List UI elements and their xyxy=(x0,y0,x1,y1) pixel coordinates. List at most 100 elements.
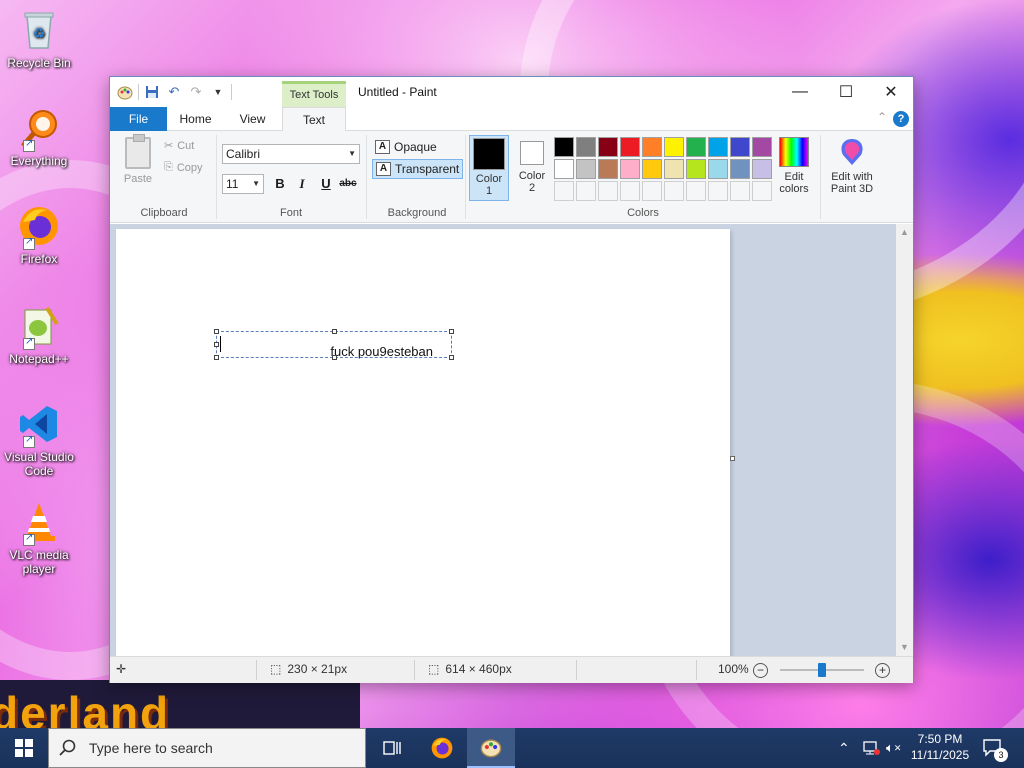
help-icon[interactable]: ? xyxy=(893,111,909,127)
save-icon[interactable] xyxy=(143,83,161,101)
strikethrough-button[interactable]: abc xyxy=(338,174,358,194)
palette-custom-slot[interactable] xyxy=(620,181,640,201)
resize-handle[interactable] xyxy=(332,355,337,360)
desktop-icon-vscode[interactable]: Visual Studio Code xyxy=(2,402,76,478)
palette-color-swatch[interactable] xyxy=(598,159,618,179)
palette-color-swatch[interactable] xyxy=(642,137,662,157)
resize-handle[interactable] xyxy=(332,329,337,334)
canvas-resize-handle[interactable] xyxy=(730,456,735,461)
scroll-up-icon[interactable]: ▲ xyxy=(896,224,913,241)
palette-color-swatch[interactable] xyxy=(686,137,706,157)
collapse-ribbon-icon[interactable]: ⌃ xyxy=(877,110,887,124)
status-separator xyxy=(576,660,577,680)
shortcut-arrow-icon xyxy=(23,236,35,250)
tab-text[interactable]: Text xyxy=(282,107,346,132)
font-size-select[interactable]: 11 ▼ xyxy=(222,174,264,194)
task-view-button[interactable] xyxy=(368,728,416,768)
network-icon[interactable] xyxy=(862,728,880,768)
zoom-in-button[interactable]: + xyxy=(875,663,890,678)
paint-app-icon xyxy=(480,739,502,758)
palette-custom-slot[interactable] xyxy=(752,181,772,201)
tab-file[interactable]: File xyxy=(110,107,167,131)
palette-custom-slot[interactable] xyxy=(576,181,596,201)
palette-color-swatch[interactable] xyxy=(554,159,574,179)
maximize-button[interactable]: ☐ xyxy=(823,77,869,107)
palette-custom-slot[interactable] xyxy=(664,181,684,201)
resize-handle[interactable] xyxy=(449,355,454,360)
zoom-level: 100% xyxy=(718,662,749,676)
palette-color-swatch[interactable] xyxy=(708,137,728,157)
palette-color-swatch[interactable] xyxy=(752,137,772,157)
volume-muted-icon[interactable]: 🔈︎ ✕ xyxy=(886,728,901,768)
copy-button[interactable]: ⎘ Copy xyxy=(164,161,203,174)
show-hidden-icons-button[interactable]: ⌃ xyxy=(838,728,850,768)
palette-color-swatch[interactable] xyxy=(730,137,750,157)
minimize-button[interactable]: — xyxy=(777,77,823,107)
palette-color-swatch[interactable] xyxy=(598,137,618,157)
palette-custom-slot[interactable] xyxy=(554,181,574,201)
close-button[interactable]: ✕ xyxy=(868,77,914,107)
palette-custom-slot[interactable] xyxy=(598,181,618,201)
font-family-select[interactable]: Calibri ▼ xyxy=(222,144,360,164)
resize-handle[interactable] xyxy=(214,342,219,347)
tab-view[interactable]: View xyxy=(224,107,281,131)
palette-color-swatch[interactable] xyxy=(752,159,772,179)
underline-button[interactable]: U xyxy=(316,174,336,194)
palette-color-swatch[interactable] xyxy=(686,159,706,179)
palette-custom-slot[interactable] xyxy=(686,181,706,201)
title-bar[interactable]: ↶ ↷ ▼ Text Tools Untitled - Paint — ☐ ✕ xyxy=(110,77,913,107)
desktop-icon-vlc[interactable]: VLC media player xyxy=(2,500,76,576)
bold-button[interactable]: B xyxy=(270,174,290,194)
customize-toolbar-icon[interactable]: ▼ xyxy=(209,83,227,101)
desktop-icon-everything[interactable]: Everything xyxy=(2,106,76,168)
taskbar-firefox[interactable] xyxy=(418,728,466,768)
toolbar-separator xyxy=(138,84,139,100)
resize-handle[interactable] xyxy=(449,329,454,334)
notification-center-button[interactable]: 3 xyxy=(982,728,1008,768)
start-button[interactable] xyxy=(0,728,48,768)
vertical-scrollbar[interactable]: ▲ ▼ xyxy=(896,224,913,656)
palette-color-swatch[interactable] xyxy=(576,159,596,179)
tab-home[interactable]: Home xyxy=(167,107,224,131)
edit-colors-button[interactable]: Edit colors xyxy=(774,137,814,195)
taskbar-clock[interactable]: 7:50 PM 11/11/2025 xyxy=(904,731,976,763)
palette-color-swatch[interactable] xyxy=(620,137,640,157)
transparent-button[interactable]: A Transparent xyxy=(372,159,464,179)
taskbar-paint[interactable] xyxy=(467,728,515,768)
resize-handle[interactable] xyxy=(214,329,219,334)
palette-color-swatch[interactable] xyxy=(576,137,596,157)
palette-color-swatch[interactable] xyxy=(664,159,684,179)
palette-color-swatch[interactable] xyxy=(708,159,728,179)
desktop-icon-firefox[interactable]: Firefox xyxy=(2,204,76,266)
drawing-canvas[interactable]: fuck pou9esteban xyxy=(116,229,730,656)
cut-button[interactable]: ✂ Cut xyxy=(164,139,194,153)
palette-color-swatch[interactable] xyxy=(620,159,640,179)
scroll-down-icon[interactable]: ▼ xyxy=(896,639,913,656)
desktop-icon-notepadpp[interactable]: Notepad++ xyxy=(2,304,76,366)
redo-icon[interactable]: ↷ xyxy=(187,83,205,101)
italic-button[interactable]: I xyxy=(292,174,312,194)
palette-color-swatch[interactable] xyxy=(730,159,750,179)
undo-icon[interactable]: ↶ xyxy=(165,83,183,101)
palette-custom-slot[interactable] xyxy=(708,181,728,201)
paint-app-icon[interactable] xyxy=(116,83,134,101)
color2-button[interactable]: Color 2 xyxy=(512,135,552,201)
opaque-button[interactable]: A Opaque xyxy=(372,137,440,157)
transparent-text-icon: A xyxy=(376,162,391,176)
palette-color-swatch[interactable] xyxy=(664,137,684,157)
paste-button[interactable]: Paste xyxy=(120,134,156,185)
palette-color-swatch[interactable] xyxy=(554,137,574,157)
zoom-out-button[interactable]: − xyxy=(753,663,768,678)
taskbar-search-box[interactable]: Type here to search xyxy=(48,728,366,768)
color1-button[interactable]: Color 1 xyxy=(469,135,509,201)
desktop-icon-recycle-bin[interactable]: ♻ Recycle Bin xyxy=(2,8,76,70)
paint-window: ↶ ↷ ▼ Text Tools Untitled - Paint — ☐ ✕ … xyxy=(109,76,914,683)
text-box[interactable]: fuck pou9esteban xyxy=(214,329,454,360)
status-bar: ✛ ⬚ 230 × 21px ⬚ 614 × 460px 100% − + xyxy=(110,656,913,683)
edit-with-paint3d-button[interactable]: Edit with Paint 3D xyxy=(824,137,880,195)
resize-handle[interactable] xyxy=(214,355,219,360)
zoom-slider-thumb[interactable] xyxy=(818,663,826,677)
palette-color-swatch[interactable] xyxy=(642,159,662,179)
palette-custom-slot[interactable] xyxy=(730,181,750,201)
palette-custom-slot[interactable] xyxy=(642,181,662,201)
